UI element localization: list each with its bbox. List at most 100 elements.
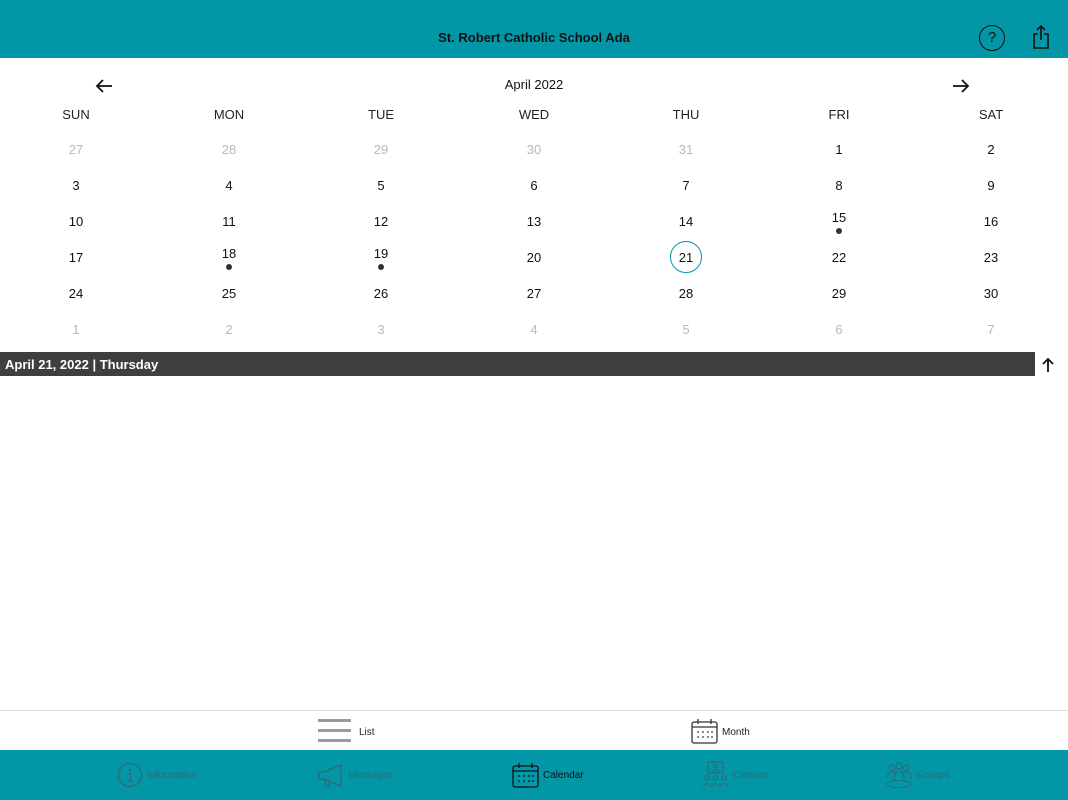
selected-day-ring <box>670 241 702 273</box>
month-view-button[interactable]: Month <box>691 718 761 746</box>
calendar-day-number: 11 <box>222 214 236 229</box>
calendar-day-number: 14 <box>678 214 694 229</box>
calendar-day-number: 3 <box>72 178 80 193</box>
calendar-day-number: 30 <box>983 286 999 301</box>
calendar-day[interactable]: 19 <box>361 246 401 274</box>
calendar-day[interactable]: 27 <box>514 286 554 310</box>
calendar-day[interactable]: 1 <box>819 142 859 166</box>
calendar-day[interactable]: 30 <box>971 286 1011 310</box>
calendar-day-number: 18 <box>221 246 237 261</box>
list-view-label: List <box>359 727 375 738</box>
calendar-day[interactable]: 11 <box>209 214 249 238</box>
tab-groups[interactable]: Groups <box>885 756 975 794</box>
tab-messages[interactable]: Messages <box>317 756 417 794</box>
share-icon[interactable] <box>1031 24 1051 50</box>
weekday-header: SAT <box>978 107 1004 122</box>
calendar-day[interactable]: 17 <box>56 250 96 274</box>
calendar-day[interactable]: 25 <box>209 286 249 310</box>
weekday-header: SUN <box>62 107 90 122</box>
event-indicator-dot <box>226 264 232 270</box>
calendar-day[interactable]: 31 <box>666 142 706 166</box>
calendar-day[interactable]: 9 <box>971 178 1011 202</box>
calendar-day-number: 30 <box>526 142 542 157</box>
calendar-day-number: 2 <box>225 322 233 337</box>
tab-calendar[interactable]: Calendar <box>512 756 602 794</box>
calendar-day-number: 9 <box>987 178 995 193</box>
calendar-day-number: 13 <box>526 214 542 229</box>
calendar-day[interactable]: 14 <box>666 214 706 238</box>
list-icon <box>318 719 351 742</box>
tab-classes[interactable]: Classes <box>702 756 792 794</box>
calendar-day[interactable]: 29 <box>819 286 859 310</box>
tab-calendar-label: Calendar <box>543 770 584 781</box>
calendar-day[interactable]: 24 <box>56 286 96 310</box>
calendar-day[interactable]: 6 <box>819 322 859 346</box>
calendar-day[interactable]: 13 <box>514 214 554 238</box>
tab-information[interactable]: Information <box>117 756 217 794</box>
calendar-day[interactable]: 4 <box>209 178 249 202</box>
calendar-day[interactable]: 1 <box>56 322 96 346</box>
weekday-header: THU <box>672 107 700 122</box>
tab-classes-label: Classes <box>733 770 769 781</box>
calendar-day-number: 19 <box>373 246 389 261</box>
calendar-day[interactable]: 10 <box>56 214 96 238</box>
calendar-day[interactable]: 26 <box>361 286 401 310</box>
calendar-day[interactable]: 12 <box>361 214 401 238</box>
selected-date-label: April 21, 2022 | Thursday <box>5 357 159 372</box>
calendar-day[interactable]: 6 <box>514 178 554 202</box>
selected-date-bar: April 21, 2022 | Thursday <box>0 352 1035 376</box>
calendar-day-number: 16 <box>983 214 999 229</box>
calendar-icon <box>691 719 718 744</box>
calendar-day[interactable]: 5 <box>361 178 401 202</box>
calendar-day-number: 5 <box>377 178 385 193</box>
calendar-day-number: 24 <box>68 286 84 301</box>
weekday-header: TUE <box>368 107 394 122</box>
calendar-day-number: 31 <box>678 142 694 157</box>
calendar-day[interactable]: 18 <box>209 246 249 274</box>
calendar-day-number: 17 <box>68 250 84 265</box>
header-bar: St. Robert Catholic School Ada ? <box>0 0 1068 58</box>
calendar-day-number: 29 <box>373 142 389 157</box>
calendar-day[interactable]: 7 <box>666 178 706 202</box>
calendar-day[interactable]: 3 <box>56 178 96 202</box>
calendar-day[interactable]: 2 <box>209 322 249 346</box>
calendar-day-number: 25 <box>221 286 237 301</box>
bottom-tab-bar: Information Messages Calendar Classes Gr… <box>0 750 1068 800</box>
calendar-day-number: 10 <box>68 214 84 229</box>
month-label: April 2022 <box>504 77 564 92</box>
arrow-right-icon[interactable] <box>950 75 972 97</box>
calendar-day[interactable]: 23 <box>971 250 1011 274</box>
calendar-day[interactable]: 22 <box>819 250 859 274</box>
calendar-day[interactable]: 28 <box>666 286 706 310</box>
info-icon <box>117 762 143 788</box>
calendar-day[interactable]: 20 <box>514 250 554 274</box>
calendar-day-number: 8 <box>835 178 843 193</box>
calendar-day-number: 26 <box>373 286 389 301</box>
tab-messages-label: Messages <box>348 770 394 781</box>
calendar-day[interactable]: 30 <box>514 142 554 166</box>
calendar-day-number: 28 <box>678 286 694 301</box>
calendar-day-number: 28 <box>221 142 237 157</box>
calendar-day[interactable]: 27 <box>56 142 96 166</box>
calendar-day-number: 1 <box>835 142 843 157</box>
list-view-button[interactable]: List <box>318 718 378 746</box>
calendar-day-number: 7 <box>987 322 995 337</box>
arrow-up-icon[interactable] <box>1038 355 1058 375</box>
calendar-day[interactable]: 7 <box>971 322 1011 346</box>
event-indicator-dot <box>836 228 842 234</box>
calendar-day[interactable]: 3 <box>361 322 401 346</box>
calendar-day[interactable]: 5 <box>666 322 706 346</box>
calendar-day[interactable]: 2 <box>971 142 1011 166</box>
weekday-header: FRI <box>828 107 850 122</box>
calendar-icon <box>512 763 539 788</box>
calendar-day[interactable]: 29 <box>361 142 401 166</box>
megaphone-icon <box>318 764 342 787</box>
calendar-day-number: 5 <box>682 322 690 337</box>
calendar-day[interactable]: 8 <box>819 178 859 202</box>
calendar-day[interactable]: 16 <box>971 214 1011 238</box>
calendar-day[interactable]: 4 <box>514 322 554 346</box>
calendar-day[interactable]: 28 <box>209 142 249 166</box>
view-toggle-bar: List Month <box>0 710 1068 750</box>
help-icon[interactable]: ? <box>979 25 1005 51</box>
calendar-day[interactable]: 15 <box>819 210 859 238</box>
